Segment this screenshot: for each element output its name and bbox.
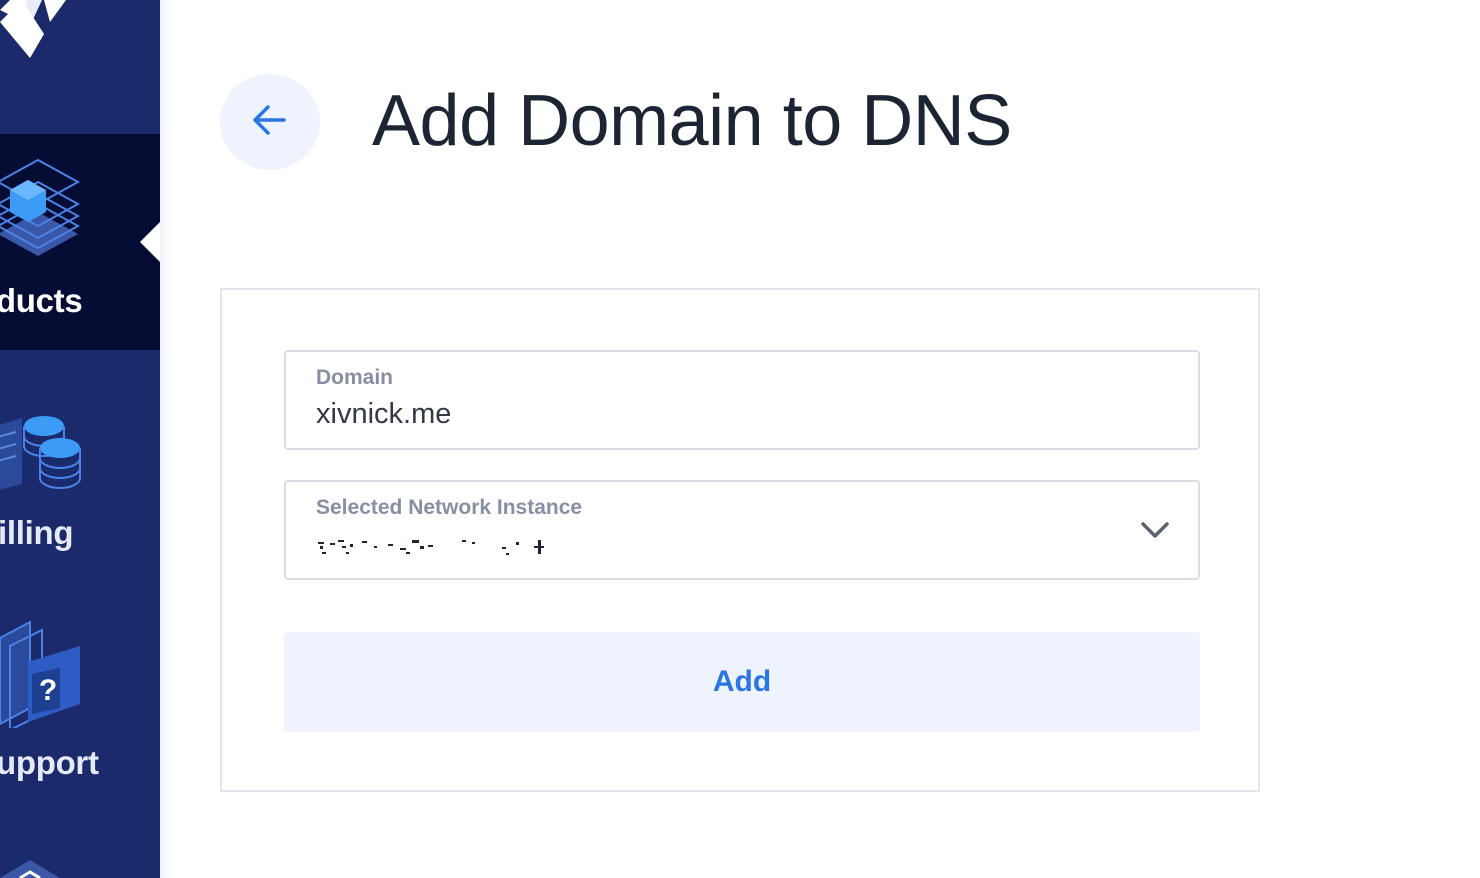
sidebar: oducts illing ? — [0, 0, 160, 878]
back-button[interactable] — [220, 74, 320, 170]
sidebar-item-label: illing — [0, 514, 74, 551]
sidebar-item-label: upport — [0, 744, 99, 781]
content-edge-shadow — [160, 0, 174, 878]
support-icon: ? — [0, 618, 90, 732]
sidebar-item-billing[interactable]: illing — [0, 360, 160, 576]
sidebar-item-label: oducts — [0, 282, 83, 319]
svg-text:?: ? — [39, 674, 57, 707]
add-domain-form: Domain Selected Network Instance — [220, 288, 1260, 792]
sidebar-item-products[interactable]: oducts — [0, 134, 160, 350]
domain-input[interactable] — [316, 398, 1136, 431]
add-button-label: Add — [712, 665, 772, 698]
chevron-down-icon[interactable] — [1140, 518, 1170, 542]
page-title: Add Domain to DNS — [372, 81, 1012, 161]
network-instance-label: Selected Network Instance — [316, 496, 583, 519]
active-indicator — [140, 222, 160, 262]
billing-icon — [0, 388, 90, 498]
next-nav-icon[interactable] — [0, 856, 80, 878]
add-button[interactable]: Add — [284, 632, 1200, 732]
domain-field[interactable]: Domain — [284, 350, 1200, 450]
network-instance-select[interactable]: Selected Network Instance — [284, 480, 1200, 580]
sidebar-item-support[interactable]: ? upport — [0, 592, 160, 808]
layers-icon — [0, 156, 90, 266]
brand-logo[interactable] — [0, 0, 160, 134]
arrow-left-icon — [250, 100, 290, 145]
domain-field-label: Domain — [316, 366, 394, 389]
redacted-value — [316, 534, 556, 560]
